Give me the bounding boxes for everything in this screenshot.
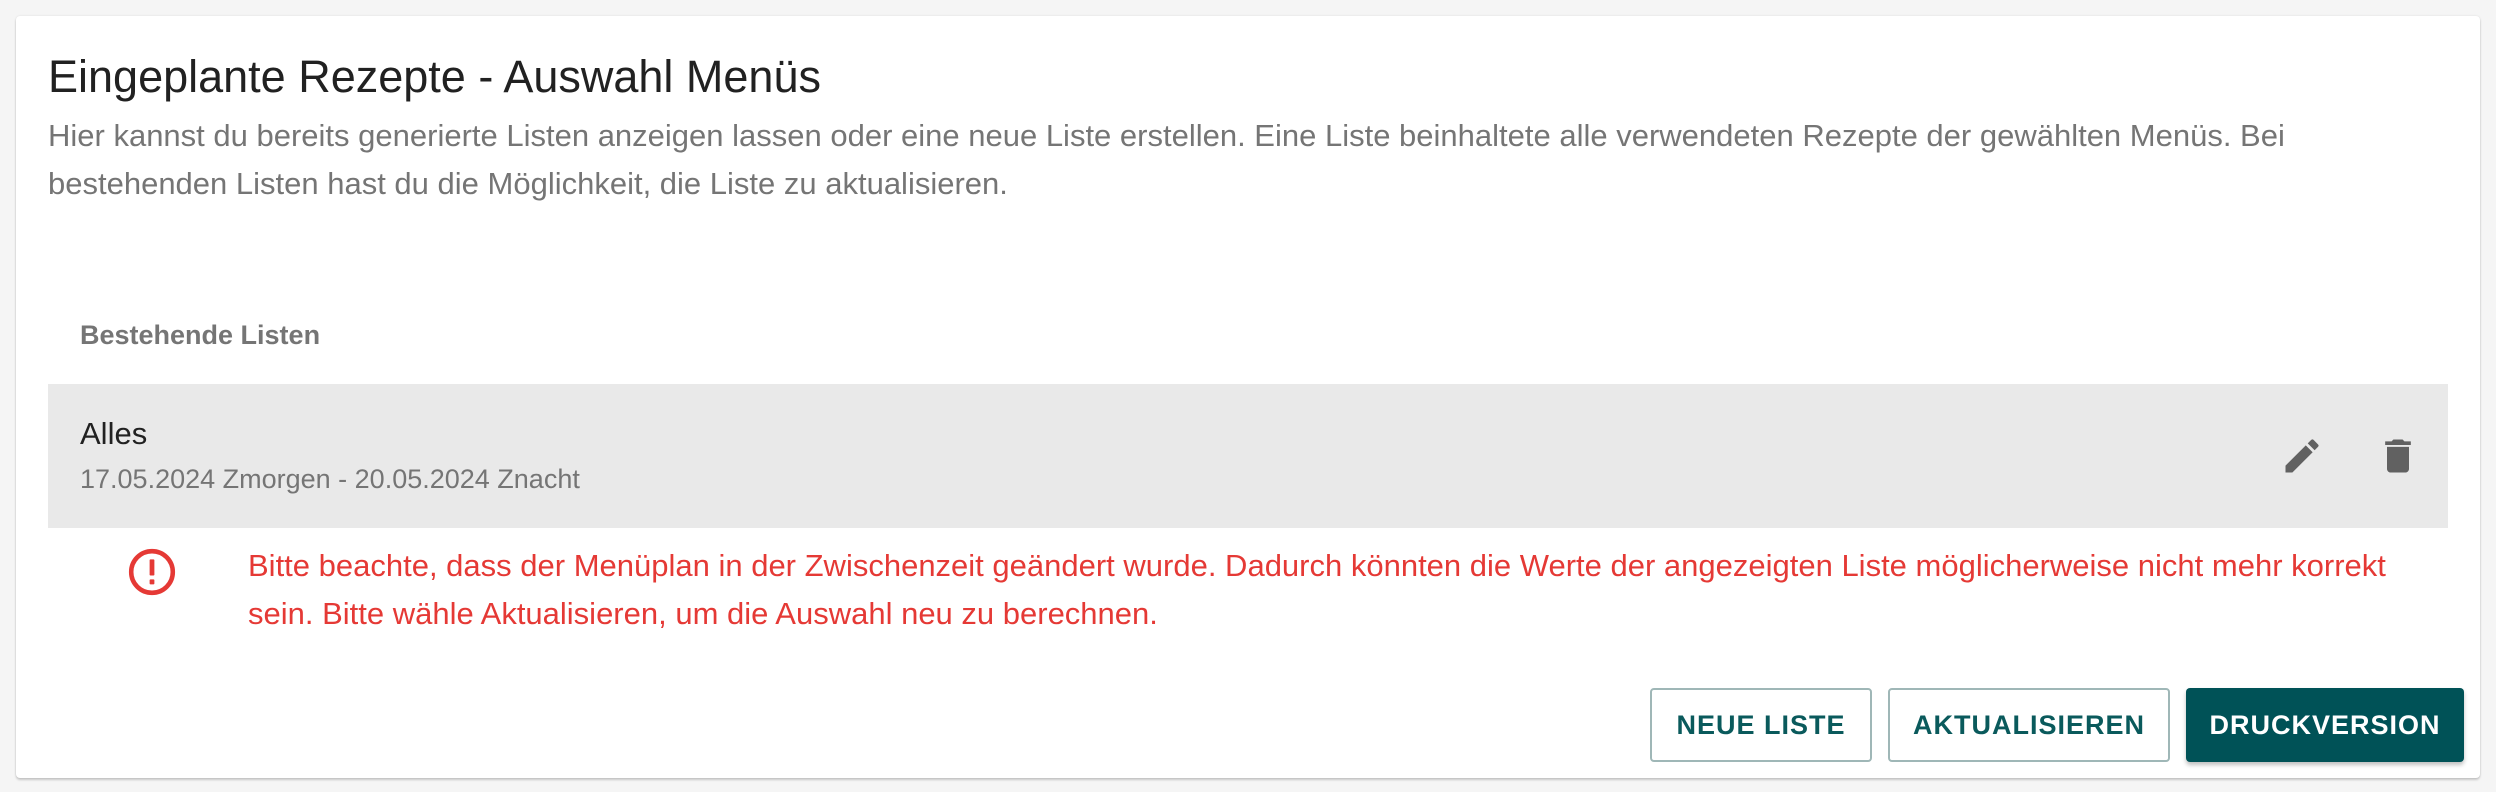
list-subheader: Bestehende Listen [80,320,321,350]
refresh-button[interactable]: AKTUALISIEREN [1888,688,2170,762]
page-description: Hier kannst du bereits generierte Listen… [48,118,2285,201]
menu-selection-card: Eingeplante Rezepte - Auswahl Menüs Hier… [16,16,2480,778]
warning-message: Bitte beachte, dass der Menüplan in der … [248,548,2386,631]
list-item-subtitle: 17.05.2024 Zmorgen - 20.05.2024 Znacht [80,464,580,494]
list-item[interactable]: Alles 17.05.2024 Zmorgen - 20.05.2024 Zn… [48,384,2448,528]
edit-button[interactable] [2270,424,2334,488]
print-version-button[interactable]: DRUCKVERSION [2186,688,2464,762]
list-item-title: Alles [80,416,148,451]
page-title: Eingeplante Rezepte - Auswahl Menüs [48,51,821,102]
pencil-icon [2285,439,2319,473]
new-list-button[interactable]: NEUE LISTE [1650,688,1872,762]
delete-button[interactable] [2366,424,2430,488]
error-circle-icon [128,548,176,596]
trash-icon [2385,439,2411,473]
